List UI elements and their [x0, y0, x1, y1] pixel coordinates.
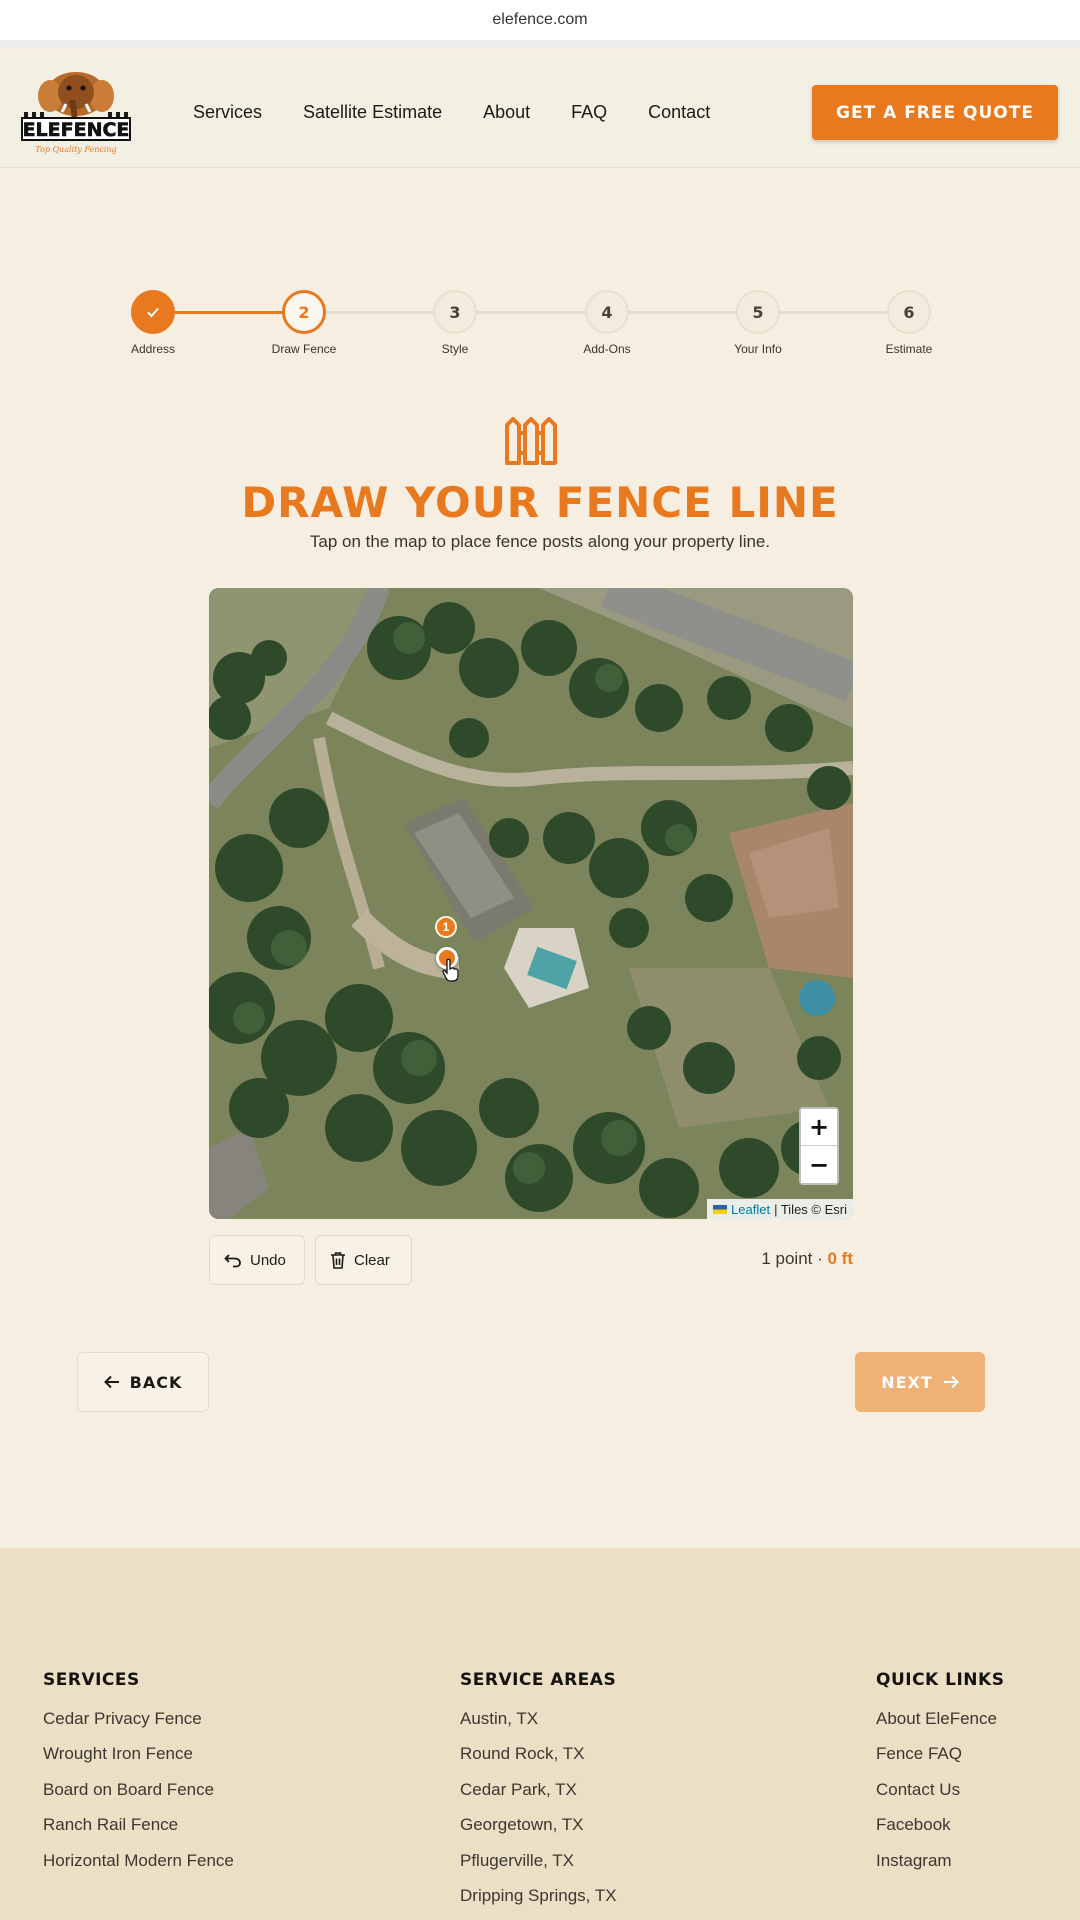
step-label: Your Info: [734, 342, 782, 356]
nav-about[interactable]: About: [483, 102, 530, 123]
step-number: 5: [736, 290, 780, 334]
footer-link[interactable]: Wrought Iron Fence: [43, 1743, 234, 1778]
footer-heading: QUICK LINKS: [876, 1670, 1005, 1690]
footer-link[interactable]: Pflugerville, TX: [460, 1850, 617, 1885]
leaflet-link[interactable]: Leaflet: [731, 1202, 770, 1217]
footer-link[interactable]: Board on Board Fence: [43, 1779, 234, 1814]
nav-services[interactable]: Services: [193, 102, 262, 123]
satellite-map[interactable]: 1 + − Leaflet | Tiles © Esri: [209, 588, 853, 1219]
trash-icon: [331, 1252, 345, 1269]
arrow-left-icon: [103, 1375, 119, 1389]
url-text: elefence.com: [492, 11, 588, 28]
step-address[interactable]: Address: [103, 290, 203, 356]
zoom-out-button[interactable]: −: [801, 1146, 837, 1183]
step-label: Add-Ons: [583, 342, 631, 356]
back-label: BACK: [129, 1372, 183, 1392]
nav-contact[interactable]: Contact: [648, 102, 710, 123]
footer-services: SERVICES Cedar Privacy Fence Wrought Iro…: [43, 1670, 234, 1885]
undo-button[interactable]: Undo: [209, 1235, 305, 1285]
footer-link[interactable]: Instagram: [876, 1850, 1004, 1885]
footer-heading: SERVICES: [43, 1670, 140, 1690]
fence-icon: [503, 415, 559, 467]
step-label: Address: [130, 342, 176, 356]
browser-url-bar[interactable]: elefence.com: [0, 0, 1080, 48]
step-your-info: 5 Your Info: [708, 290, 808, 356]
step-style: 3 Style: [405, 290, 505, 356]
ukraine-flag-icon: [713, 1204, 728, 1214]
footer-link[interactable]: Cedar Park, TX: [460, 1779, 617, 1814]
footer-link[interactable]: Facebook: [876, 1814, 1004, 1849]
next-label: NEXT: [881, 1372, 933, 1392]
step-number: 6: [887, 290, 931, 334]
clear-button[interactable]: Clear: [315, 1235, 412, 1285]
footer-link[interactable]: Round Rock, TX: [460, 1743, 617, 1778]
footer-link[interactable]: Fence FAQ: [876, 1743, 1004, 1778]
step-add-ons: 4 Add-Ons: [557, 290, 657, 356]
footer-service-areas: SERVICE AREAS Austin, TX Round Rock, TX …: [460, 1670, 617, 1920]
fence-measurement: 1 point · 0 ft: [761, 1249, 853, 1269]
step-number: 4: [585, 290, 629, 334]
page-title: DRAW YOUR FENCE LINE: [241, 478, 839, 527]
progress-stepper: Address 2 Draw Fence 3 Style 4 Add-Ons 5…: [0, 290, 1080, 360]
undo-icon: [224, 1254, 241, 1268]
undo-label: Undo: [250, 1251, 286, 1269]
footer-link[interactable]: Contact Us: [876, 1779, 1004, 1814]
step-label: Style: [441, 342, 469, 356]
site-header: ELEFENCE Top Quality Fencing Services Sa…: [0, 56, 1080, 168]
nav-faq[interactable]: FAQ: [571, 102, 607, 123]
tiles-credit: | Tiles © Esri: [774, 1201, 847, 1217]
step-label: Estimate: [885, 342, 933, 356]
step-label: Draw Fence: [271, 342, 337, 356]
footer-link[interactable]: Horizontal Modern Fence: [43, 1850, 234, 1885]
footer-quick-links: QUICK LINKS About EleFence Fence FAQ Con…: [876, 1670, 1004, 1885]
footer-heading: SERVICE AREAS: [460, 1670, 617, 1690]
elefence-logo[interactable]: ELEFENCE Top Quality Fencing: [20, 70, 132, 158]
logo-wordmark: ELEFENCE: [23, 119, 130, 141]
main-nav: Services Satellite Estimate About FAQ Co…: [193, 56, 710, 168]
page-subtitle: Tap on the map to place fence posts alon…: [309, 532, 771, 551]
footer-link[interactable]: Austin, TX: [460, 1708, 617, 1743]
zoom-in-button[interactable]: +: [801, 1109, 837, 1146]
next-button[interactable]: NEXT: [855, 1352, 985, 1412]
step-estimate: 6 Estimate: [859, 290, 959, 356]
fence-length: 0 ft: [827, 1249, 854, 1268]
site-footer: SERVICES Cedar Privacy Fence Wrought Iro…: [0, 1548, 1080, 1920]
logo-tagline: Top Quality Fencing: [35, 145, 116, 154]
get-free-quote-button[interactable]: GET A FREE QUOTE: [812, 85, 1058, 140]
point-count: 1 point ·: [761, 1249, 828, 1268]
back-button[interactable]: BACK: [77, 1352, 209, 1412]
nav-satellite-estimate[interactable]: Satellite Estimate: [303, 102, 442, 123]
zoom-control: + −: [799, 1107, 839, 1185]
footer-link[interactable]: About EleFence: [876, 1708, 1004, 1743]
map-tools: Undo Clear 1 point · 0 ft: [209, 1235, 853, 1285]
arrow-right-icon: [943, 1375, 959, 1389]
map-attribution: Leaflet | Tiles © Esri: [707, 1199, 853, 1219]
footer-link[interactable]: Ranch Rail Fence: [43, 1814, 234, 1849]
fence-post-number-badge: 1: [435, 916, 457, 938]
hand-cursor-icon: [442, 958, 459, 982]
clear-label: Clear: [354, 1251, 390, 1269]
check-icon: [131, 290, 175, 334]
footer-link[interactable]: Georgetown, TX: [460, 1814, 617, 1849]
step-number: 3: [433, 290, 477, 334]
footer-link[interactable]: Dripping Springs, TX: [460, 1885, 617, 1920]
step-draw-fence[interactable]: 2 Draw Fence: [254, 290, 354, 356]
step-number: 2: [282, 290, 326, 334]
footer-link[interactable]: Cedar Privacy Fence: [43, 1708, 234, 1743]
satellite-imagery: [209, 588, 853, 1219]
